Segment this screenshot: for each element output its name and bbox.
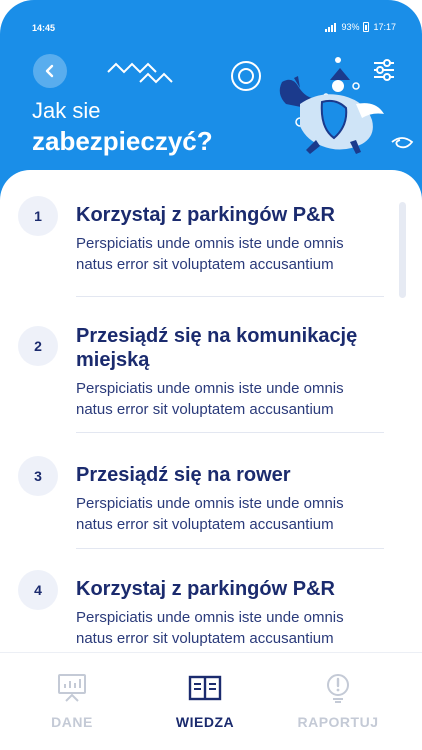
divider: [76, 548, 384, 549]
item-description: Perspiciatis unde omnis iste unde omnis …: [76, 233, 376, 275]
item-description-line: natus error sit voluptatem accusantium: [76, 401, 334, 418]
app-screen: 14:45 93% 17:17 Jak sie zabezpieczyć? 1 …: [0, 0, 422, 750]
tab-label: WIEDZA: [175, 714, 235, 730]
item-number-badge: 1: [18, 196, 58, 236]
content-card: 1 Korzystaj z parkingów P&R Perspiciatis…: [0, 170, 422, 670]
item-description-line: Perspiciatis unde omnis iste unde omnis: [76, 235, 344, 252]
item-title: Korzystaj z parkingów P&R: [76, 578, 335, 600]
tab-wiedza[interactable]: WIEDZA: [135, 653, 275, 750]
item-number-badge: 4: [18, 570, 58, 610]
tab-label: DANE: [51, 714, 93, 730]
item-title: Przesiądź się na rower: [76, 464, 291, 486]
item-title-line: Przesiądź się na komunikację: [76, 325, 358, 347]
status-bar: 14:45 93% 17:17: [0, 0, 422, 40]
back-button[interactable]: [33, 54, 67, 88]
item-title: Korzystaj z parkingów P&R: [76, 204, 335, 226]
item-description-line: natus error sit voluptatem accusantium: [76, 516, 334, 533]
status-time: 14:45: [32, 23, 56, 33]
item-title: Przesiądź się na komunikację miejską: [76, 324, 376, 372]
page-title: Jak sie zabezpieczyć?: [32, 98, 213, 158]
item-description-line: natus error sit voluptatem accusantium: [76, 256, 334, 273]
item-number-badge: 3: [18, 456, 58, 496]
alert-bulb-icon: [327, 674, 349, 703]
item-description: Perspiciatis unde omnis iste unde omnis …: [76, 493, 376, 535]
item-description-line: Perspiciatis unde omnis iste unde omnis: [76, 495, 344, 512]
item-number-badge: 2: [18, 326, 58, 366]
divider: [76, 432, 384, 433]
bottom-tab-bar: DANE WIEDZA RAPORTUJ: [0, 652, 422, 750]
battery-percent: 93%: [341, 22, 360, 32]
item-description: Perspiciatis unde omnis iste unde omnis …: [76, 378, 376, 420]
signal-icon: [325, 22, 337, 32]
chart-board-icon: [58, 674, 86, 702]
status-icons: 93% 17:17: [325, 22, 396, 32]
chevron-left-icon: [45, 64, 54, 78]
item-description-line: natus error sit voluptatem accusantium: [76, 630, 334, 647]
open-book-icon: [188, 675, 222, 701]
item-description: Perspiciatis unde omnis iste unde omnis …: [76, 607, 376, 649]
scrollbar[interactable]: [399, 202, 406, 298]
tab-dane[interactable]: DANE: [2, 653, 142, 750]
battery-icon: [363, 22, 370, 32]
item-description-line: Perspiciatis unde omnis iste unde omnis: [76, 380, 344, 397]
tab-raportuj[interactable]: RAPORTUJ: [268, 653, 408, 750]
status-clock: 17:17: [373, 22, 396, 32]
title-line-1: Jak sie: [32, 98, 101, 123]
tab-label: RAPORTUJ: [297, 714, 379, 730]
title-line-2: zabezpieczyć?: [32, 126, 213, 156]
divider: [76, 296, 384, 297]
item-title-line: miejską: [76, 349, 150, 371]
item-description-line: Perspiciatis unde omnis iste unde omnis: [76, 609, 344, 626]
sliders-icon[interactable]: [372, 58, 396, 82]
